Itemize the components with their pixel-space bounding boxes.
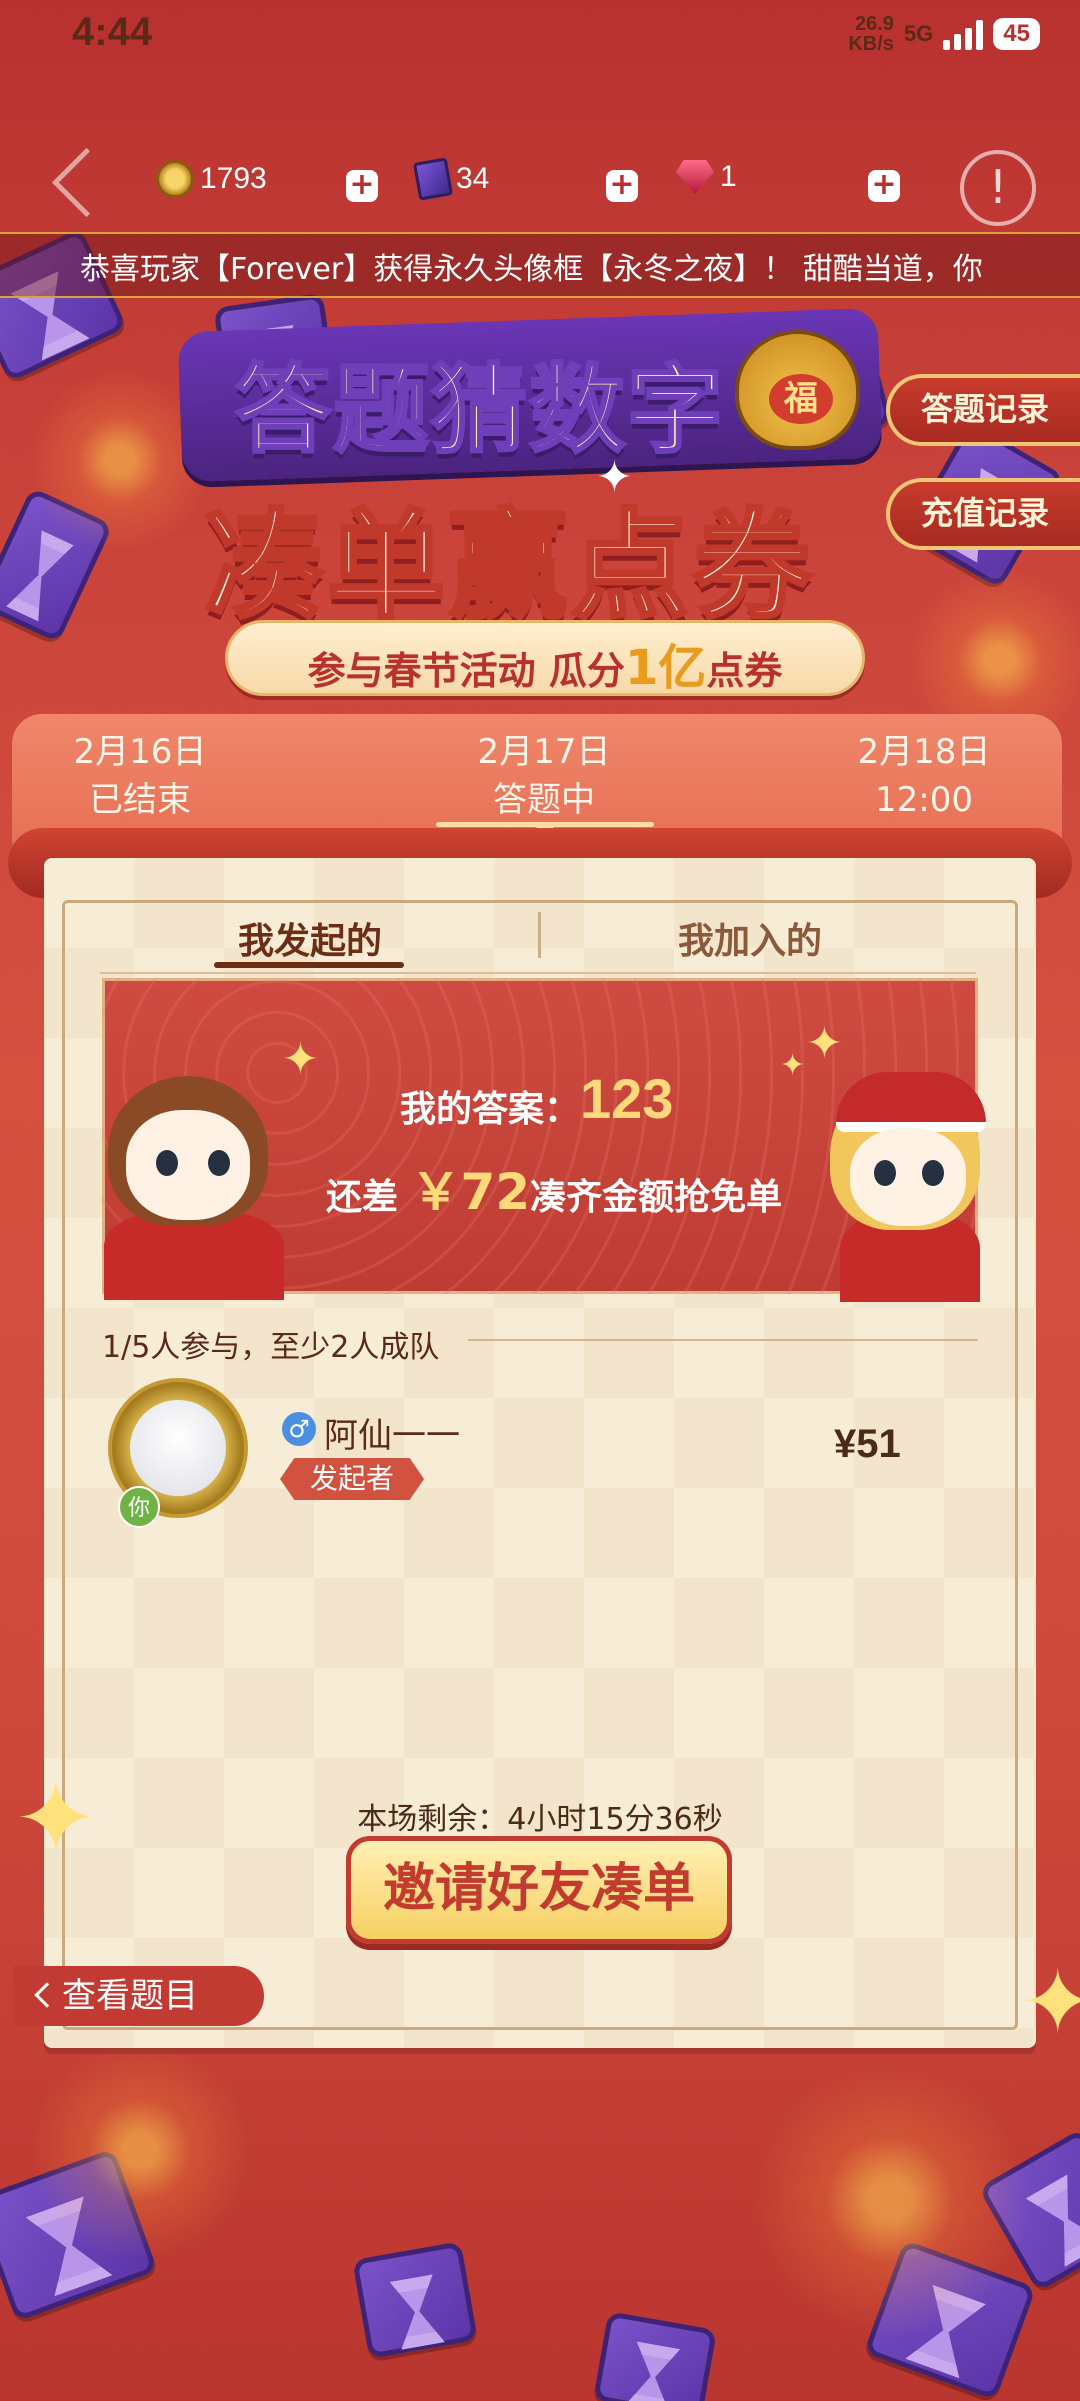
plus-icon: + (871, 167, 897, 202)
gem-count: 34 (456, 162, 490, 195)
you-badge: 你 (118, 1486, 160, 1528)
add-gems-button[interactable]: + (606, 170, 638, 202)
view-questions-button[interactable]: 查看题目 (14, 1966, 264, 2026)
character-eye (208, 1150, 230, 1176)
title-line-1: 答题猜数字 (234, 353, 725, 468)
plus-icon: + (349, 167, 375, 202)
announcement-text: 恭喜玩家【Forever】获得永久头像框【永冬之夜】！ 甜酷当道，你 (80, 252, 983, 287)
coin-icon (156, 160, 194, 198)
avatar[interactable] (130, 1400, 226, 1496)
sparkle-icon: ✦ (806, 1018, 843, 1069)
signal-icon (943, 18, 984, 50)
sparkle-icon: ✦ (1020, 1950, 1080, 2055)
initiator-tag: 发起者 (280, 1458, 424, 1500)
active-subtab-underline (214, 962, 404, 968)
chevron-left-icon (34, 1982, 60, 2008)
deco-card-icon (593, 2311, 717, 2401)
lucky-bag-icon: 福 (735, 330, 860, 450)
add-rubies-button[interactable]: + (868, 170, 900, 202)
sparkle-icon: ✦ (780, 1048, 806, 1083)
status-indicators: 26.9 KB/s 5G 45 (848, 14, 1040, 54)
character-right-hat (836, 1072, 986, 1132)
tab-initiated[interactable]: 我发起的 (160, 912, 460, 964)
answer-label: 我的答案： (400, 1089, 581, 1130)
sparkle-icon: ✦ (14, 1760, 98, 1877)
sparkle-icon: ✦ (282, 1034, 319, 1085)
date-tab-feb18[interactable]: 2月18日 12:00 (804, 728, 1044, 824)
invite-friends-button[interactable]: 邀请好友凑单 (346, 1836, 732, 1944)
deco-card-icon (352, 2241, 478, 2359)
date-tab-feb16[interactable]: 2月16日 已结束 (20, 728, 260, 824)
remaining-amount-line: 还差 ￥72凑齐金额抢免单 (326, 1163, 783, 1221)
remaining-amount: ￥72 (410, 1163, 531, 1221)
member-amount: ¥51 (834, 1422, 901, 1466)
recharge-record-button[interactable]: 充值记录 (886, 478, 1080, 550)
ruby-count: 1 (720, 160, 737, 193)
male-gender-icon: ♂ (282, 1412, 316, 1446)
title-line-2: 凑单赢点券 (203, 495, 816, 637)
network-type: 5G (903, 21, 934, 46)
answer-record-button[interactable]: 答题记录 (886, 374, 1080, 446)
character-eye (922, 1160, 944, 1186)
date-tab-feb17[interactable]: 2月17日 答题中 (424, 728, 664, 824)
firework-decoration (740, 2050, 1040, 2350)
add-coins-button[interactable]: + (346, 170, 378, 202)
character-eye (874, 1160, 896, 1186)
info-button[interactable]: ! (960, 150, 1036, 226)
answer-value: 123 (580, 1067, 674, 1130)
ruby-balance: 1 (676, 160, 737, 194)
battery-icon: 45 (993, 18, 1040, 50)
network-speed: 26.9 KB/s (848, 13, 894, 55)
subtab-divider (538, 912, 541, 958)
status-time: 4:44 (72, 10, 153, 54)
countdown-timer: 本场剩余：4小时15分36秒 (357, 1802, 723, 1837)
firework-decoration (20, 2030, 260, 2270)
fu-character: 福 (769, 374, 833, 424)
sparkle-icon: ✦ (596, 452, 633, 503)
coin-count: 1793 (200, 162, 267, 195)
gem-icon (412, 157, 454, 201)
plus-icon: + (609, 167, 635, 202)
subtitle-text: 参与春节活动 瓜分1亿点券 (307, 640, 783, 696)
tab-joined[interactable]: 我加入的 (600, 912, 900, 964)
back-button[interactable] (40, 148, 110, 218)
character-right-face (850, 1128, 966, 1226)
character-eye (156, 1150, 178, 1176)
ruby-icon (676, 160, 714, 194)
subtab-separator (100, 972, 976, 974)
member-name: 阿仙一一 (324, 1416, 460, 1456)
gem-balance: 34 (412, 157, 490, 201)
team-participation-info: 1/5人参与，至少2人成队 (102, 1330, 440, 1365)
team-info-divider (468, 1339, 978, 1341)
character-left-face (126, 1110, 250, 1220)
exclamation-icon: ! (988, 160, 1008, 214)
coin-balance: 1793 (156, 160, 267, 198)
